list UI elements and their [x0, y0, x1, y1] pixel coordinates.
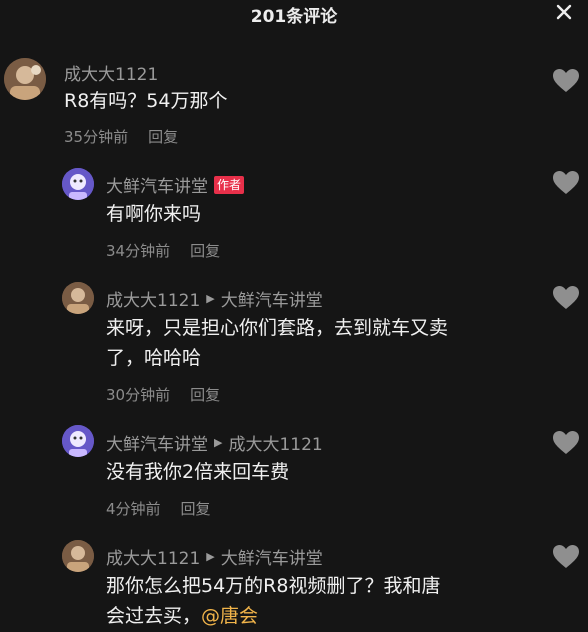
comment-username[interactable]: 成大大1121 — [106, 544, 200, 569]
reply-item: 成大大1121 ▶ 大鲜汽车讲堂 那你怎么把54万的R8视频删了？我和唐 会过去… — [0, 0, 588, 632]
avatar[interactable] — [62, 540, 94, 572]
mention-link[interactable]: @唐会 — [201, 605, 258, 627]
reply-target-username[interactable]: 大鲜汽车讲堂 — [221, 544, 323, 569]
like-button[interactable] — [552, 544, 580, 570]
heart-icon — [553, 545, 579, 568]
comment-text-line: 那你怎么把54万的R8视频删了？我和唐 — [106, 575, 441, 597]
comment-text-fragment: 会过去买， — [106, 605, 202, 627]
comment-text-line: 会过去买，@唐会 — [106, 601, 546, 631]
reply-arrow-icon: ▶ — [206, 550, 215, 563]
comment-text: 那你怎么把54万的R8视频删了？我和唐 会过去买，@唐会 — [106, 571, 546, 631]
